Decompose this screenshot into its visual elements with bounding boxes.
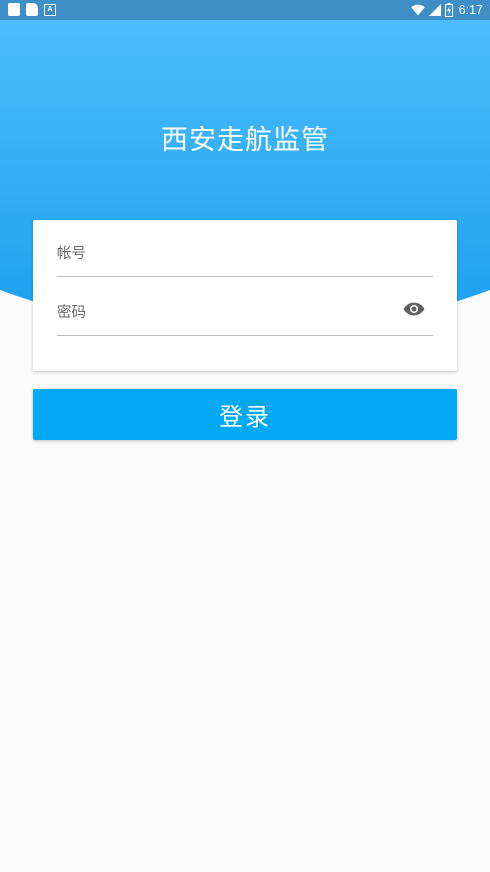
eye-icon[interactable]: [403, 301, 425, 317]
battery-charging-icon: [444, 3, 453, 17]
password-input[interactable]: [57, 295, 387, 335]
login-button[interactable]: 登录: [33, 389, 457, 440]
wifi-icon: [410, 4, 425, 16]
status-bar: A 6:17: [0, 0, 490, 20]
sim-card-icon: [26, 3, 38, 16]
account-input[interactable]: [57, 236, 387, 276]
status-bar-right: 6:17: [410, 2, 483, 18]
a-notification-icon: A: [44, 3, 56, 16]
status-bar-left: A: [8, 3, 56, 16]
cell-signal-icon: [428, 4, 441, 16]
square-notification-icon: [8, 3, 20, 16]
password-field[interactable]: 密码: [57, 295, 433, 336]
login-card: 帐号 密码: [33, 220, 457, 371]
app-title: 西安走航监管: [161, 125, 329, 156]
account-field[interactable]: 帐号: [57, 236, 433, 277]
status-time: 6:17: [458, 3, 483, 17]
